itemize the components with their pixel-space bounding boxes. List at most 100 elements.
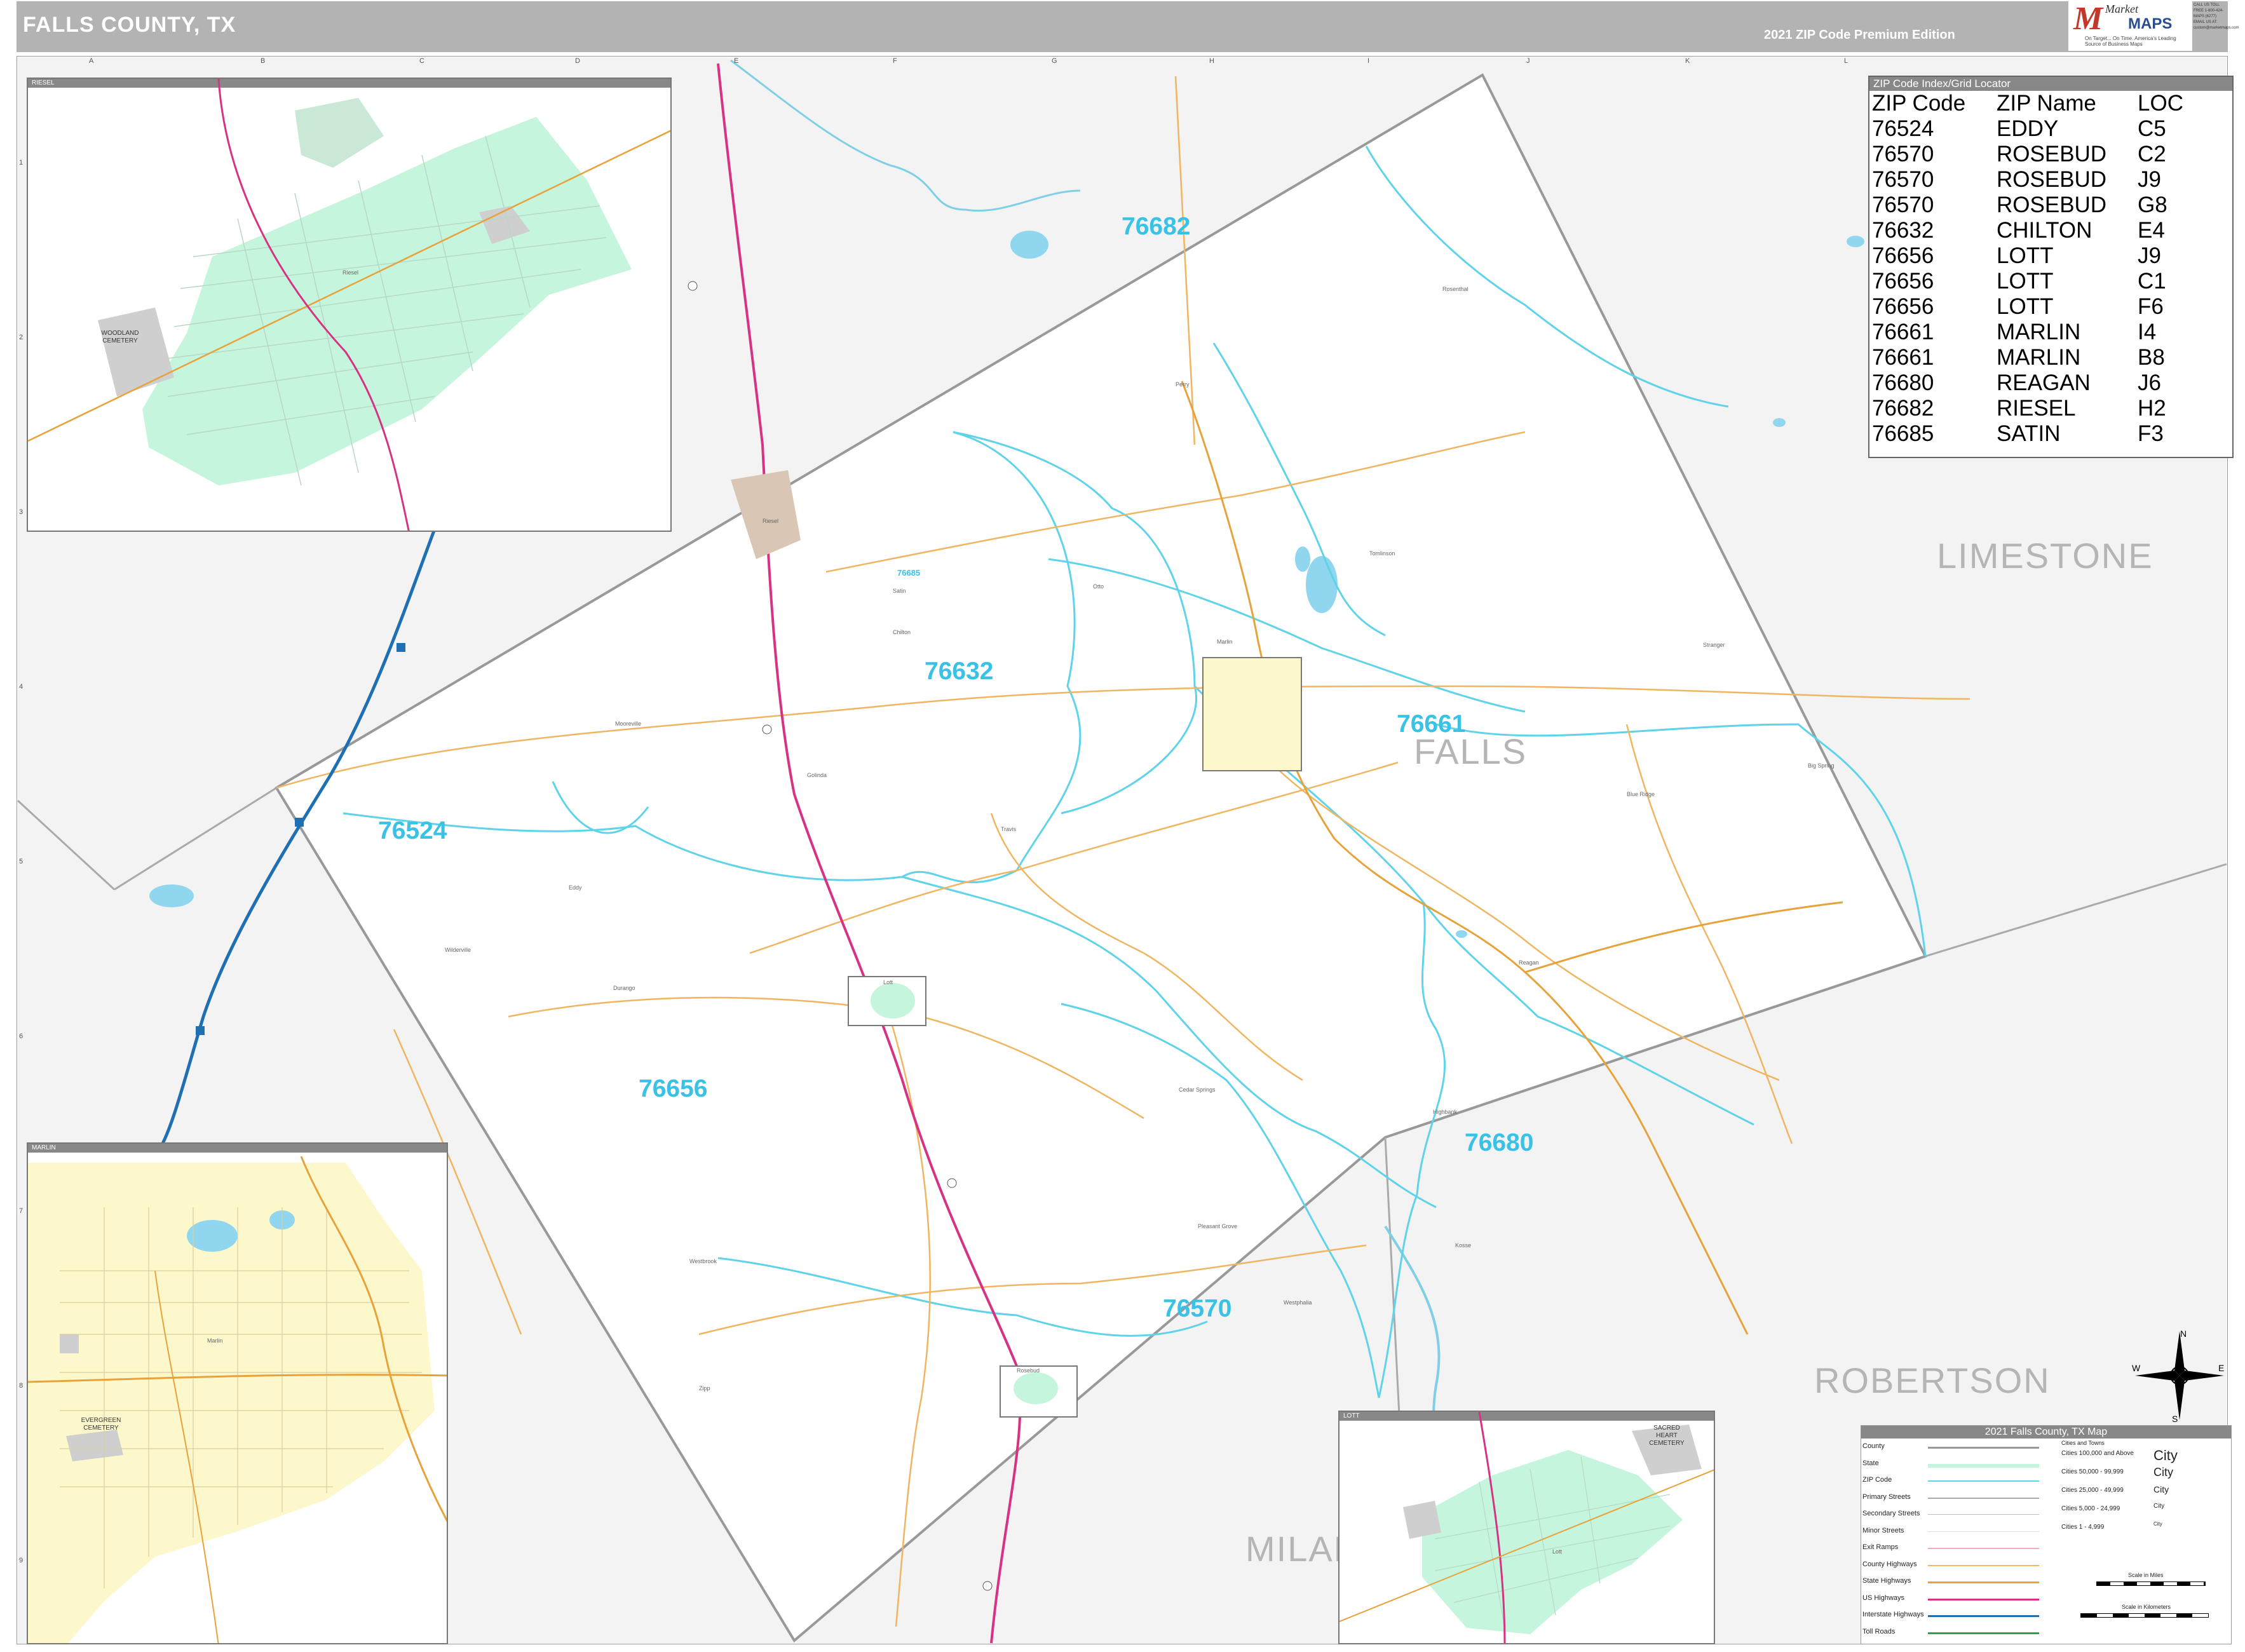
zip-index-zip: 76570 [1872, 142, 1934, 166]
zip-index-name: SATIN [1997, 421, 2061, 446]
legend-item-label: Exit Ramps [1862, 1543, 1899, 1551]
lake [1456, 930, 1467, 938]
place-pleasant-grove[interactable]: Pleasant Grove [1198, 1223, 1237, 1229]
zip-index-row[interactable]: 76680 REAGAN J6 [1869, 370, 2232, 396]
place-rosenthal[interactable]: Rosenthal [1442, 286, 1468, 292]
zip-index-row[interactable]: 76685 SATIN F3 [1869, 421, 2232, 447]
lake [1306, 556, 1338, 613]
zip-index-name: ROSEBUD [1997, 167, 2107, 192]
zip-label-76632[interactable]: 76632 [925, 658, 993, 686]
place-chilton[interactable]: Chilton [893, 629, 911, 635]
zip-index-row[interactable]: 76570 ROSEBUD J9 [1869, 167, 2232, 193]
zip-index-loc: E4 [2138, 218, 2165, 243]
zip-index-loc: I4 [2138, 320, 2157, 344]
zip-index-name: CHILTON [1997, 218, 2092, 243]
zip-index-loc: C5 [2138, 116, 2166, 141]
zip-index-loc: J9 [2138, 243, 2161, 268]
place-stranger[interactable]: Stranger [1703, 642, 1725, 648]
zip-label-76524[interactable]: 76524 [378, 817, 447, 845]
zip-index-loc: B8 [2138, 345, 2165, 370]
inset-lott[interactable]: LOTT SACRED HEART CEMETERY Lott [1338, 1411, 1715, 1644]
place-rosebud[interactable]: Rosebud [1017, 1367, 1040, 1374]
legend-item-swatch [1928, 1548, 2039, 1549]
compass-w: W [2132, 1363, 2141, 1373]
zip-index-zip: 76680 [1872, 370, 1934, 395]
place-travis[interactable]: Travis [1001, 826, 1016, 832]
zip-label-76570[interactable]: 76570 [1163, 1295, 1231, 1323]
zip-index-row[interactable]: 76661 MARLIN B8 [1869, 345, 2232, 370]
legend-item-swatch [1928, 1632, 2039, 1634]
place-kosse[interactable]: Kosse [1455, 1242, 1471, 1249]
place-reagan[interactable]: Reagan [1519, 959, 1539, 966]
county-label-robertson: ROBERTSON [1814, 1360, 2051, 1400]
zip-index-header: ZIP Code ZIP Name LOC [1869, 91, 2232, 116]
place-westbrook[interactable]: Westbrook [689, 1258, 717, 1264]
inset-riesel[interactable]: RIESEL WOODLAND CEMETERY Riesel [27, 78, 672, 532]
legend-item-label: US Highways [1862, 1594, 1905, 1602]
zip-index-row[interactable]: 76632 CHILTON E4 [1869, 218, 2232, 243]
zip-index-loc: H2 [2138, 396, 2166, 421]
place-tomlinson[interactable]: Tomlinson [1369, 550, 1395, 557]
legend-city-sample: City [2153, 1521, 2162, 1527]
lake [1295, 546, 1310, 572]
zip-index-name: EDDY [1997, 116, 2059, 141]
legend-city-sample: City [2153, 1484, 2169, 1494]
place-wilderville[interactable]: Wilderville [445, 947, 471, 953]
zip-index-title: ZIP Code Index/Grid Locator [1869, 77, 2232, 91]
place-cedar-springs[interactable]: Cedar Springs [1179, 1087, 1216, 1093]
legend-item-swatch [1928, 1598, 2039, 1601]
place-big-spring[interactable]: Big Spring [1808, 762, 1835, 769]
legend-item-label: Toll Roads [1862, 1627, 1896, 1635]
place-highbank[interactable]: Highbank [1433, 1109, 1457, 1115]
place-durango[interactable]: Durango [613, 985, 635, 991]
interstate-shield [397, 643, 405, 652]
zip-index-zip: 76661 [1872, 320, 1934, 344]
place-blue-ridge[interactable]: Blue Ridge [1627, 791, 1655, 797]
grid-row-1: 1 [19, 159, 24, 166]
place-zipp[interactable]: Zipp [699, 1385, 710, 1391]
zip-index-name: LOTT [1997, 243, 2054, 268]
grid-row-5: 5 [19, 858, 24, 865]
place-mooreville[interactable]: Mooreville [615, 721, 641, 727]
place-riesel[interactable]: Riesel [763, 518, 778, 524]
inset-marlin[interactable]: MARLIN EVERGREEN CEMETERY Marlin [27, 1142, 448, 1644]
zip-index-row[interactable]: 76682 RIESEL H2 [1869, 396, 2232, 421]
place-westphalia[interactable]: Westphalia [1284, 1299, 1312, 1306]
place-satin[interactable]: Satin [893, 588, 906, 594]
grid-row-4: 4 [19, 683, 24, 691]
legend-cities-header: Cities and Towns [2061, 1440, 2105, 1446]
legend-item-label: Interstate Highways [1862, 1611, 1924, 1618]
inset-riesel-map [28, 79, 670, 531]
place-eddy[interactable]: Eddy [569, 884, 582, 891]
zip-index-row[interactable]: 76570 ROSEBUD G8 [1869, 193, 2232, 218]
rosebud-city-area [1014, 1372, 1058, 1404]
legend-city-range: Cities 1 - 4,999 [2061, 1524, 2105, 1531]
zip-label-76656[interactable]: 76656 [639, 1075, 707, 1103]
zip-index-row[interactable]: 76656 LOTT C1 [1869, 269, 2232, 294]
legend-item-label: Secondary Streets [1862, 1510, 1920, 1517]
place-perry[interactable]: Perry [1176, 381, 1190, 388]
zip-label-76682[interactable]: 76682 [1122, 213, 1190, 241]
inset-marlin-cemetery: EVERGREEN CEMETERY [81, 1417, 121, 1432]
zip-index-zip: 76524 [1872, 116, 1934, 141]
zip-index-row[interactable]: 76656 LOTT J9 [1869, 243, 2232, 269]
place-otto[interactable]: Otto [1093, 583, 1104, 590]
place-golinda[interactable]: Golinda [807, 772, 827, 778]
zip-index-row[interactable]: 76661 MARLIN I4 [1869, 320, 2232, 345]
inset-riesel-cemetery: WOODLAND CEMETERY [101, 330, 139, 344]
zip-label-76680[interactable]: 76680 [1465, 1129, 1533, 1157]
zip-label-76661[interactable]: 76661 [1397, 710, 1465, 738]
zip-index-row[interactable]: 76524 EDDY C5 [1869, 116, 2232, 142]
lake [1010, 231, 1048, 259]
zip-index-row[interactable]: 76570 ROSEBUD C2 [1869, 142, 2232, 167]
grid-col-C: C [419, 57, 424, 65]
place-lott[interactable]: Lott [883, 979, 893, 985]
interstate-shield [196, 1026, 205, 1035]
zip-index-name: ROSEBUD [1997, 193, 2107, 217]
legend-item-swatch [1928, 1463, 2039, 1468]
place-marlin[interactable]: Marlin [1217, 639, 1233, 645]
legend-item-swatch [1928, 1514, 2039, 1515]
zip-index-row[interactable]: 76656 LOTT F6 [1869, 294, 2232, 320]
lake [1847, 236, 1864, 247]
zip-label-76685[interactable]: 76685 [897, 568, 920, 578]
